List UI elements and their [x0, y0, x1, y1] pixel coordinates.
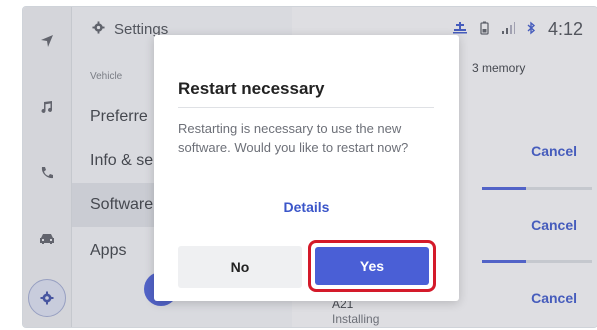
restart-dialog: Restart necessary Restarting is necessar… — [154, 35, 459, 301]
dialog-title: Restart necessary — [178, 79, 325, 98]
dialog-message: Restarting is necessary to use the new s… — [178, 121, 409, 155]
dialog-divider — [178, 107, 434, 108]
no-button[interactable]: No — [178, 246, 302, 288]
yes-button-highlight: Yes — [308, 240, 436, 292]
yes-button[interactable]: Yes — [315, 247, 429, 285]
details-link[interactable]: Details — [154, 199, 459, 215]
infotainment-screen: Settings Vehicle Preferre Info & se Soft… — [22, 6, 597, 328]
